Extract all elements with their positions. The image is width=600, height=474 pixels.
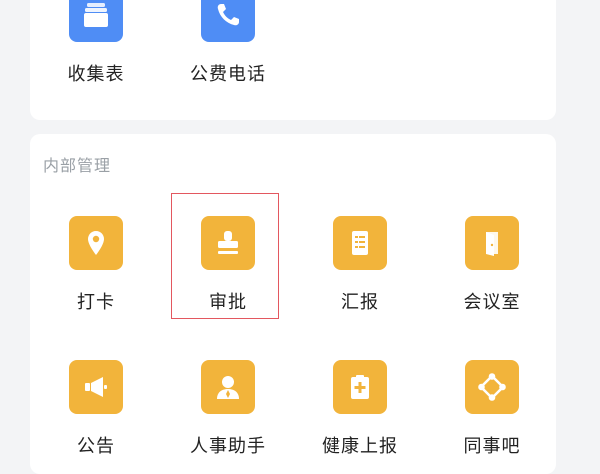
checkin-tile — [69, 216, 123, 270]
collect-form-label: 收集表 — [67, 64, 125, 85]
colleague-bar-label: 同事吧 — [463, 436, 521, 457]
location-pin-icon — [81, 228, 111, 258]
door-icon — [477, 228, 507, 258]
report-label: 汇报 — [341, 292, 379, 313]
report-tile — [333, 216, 387, 270]
internal-management-card: 内部管理 打卡 审批 汇报 会议室 公告 人事助手 健康上报 同事吧 — [30, 134, 556, 474]
person-icon — [213, 372, 243, 402]
public-phone-label: 公费电话 — [190, 64, 266, 85]
checkin-label: 打卡 — [77, 292, 115, 313]
app-meeting-room[interactable]: 会议室 — [426, 216, 558, 314]
app-announcement[interactable]: 公告 — [30, 360, 162, 458]
megaphone-icon — [81, 372, 111, 402]
form-stack-icon — [81, 0, 111, 30]
health-report-tile — [333, 360, 387, 414]
public-phone-tile — [201, 0, 255, 42]
app-health-report[interactable]: 健康上报 — [294, 360, 426, 458]
app-public-phone[interactable]: 公费电话 — [162, 0, 294, 86]
app-report[interactable]: 汇报 — [294, 216, 426, 314]
meeting-room-label: 会议室 — [463, 292, 521, 313]
network-icon — [477, 372, 507, 402]
announcement-label: 公告 — [77, 436, 115, 457]
health-report-label: 健康上报 — [322, 436, 398, 457]
app-colleague-bar[interactable]: 同事吧 — [426, 360, 558, 458]
collect-form-tile — [69, 0, 123, 42]
app-checkin[interactable]: 打卡 — [30, 216, 162, 314]
hr-assistant-tile — [201, 360, 255, 414]
hr-assistant-label: 人事助手 — [190, 436, 266, 457]
app-collect-form[interactable]: 收集表 — [30, 0, 162, 86]
medical-clipboard-icon — [345, 372, 375, 402]
document-icon — [345, 228, 375, 258]
announcement-tile — [69, 360, 123, 414]
phone-icon — [213, 0, 243, 30]
app-hr-assistant[interactable]: 人事助手 — [162, 360, 294, 458]
colleague-bar-tile — [465, 360, 519, 414]
section-title: 内部管理 — [43, 156, 112, 175]
selection-highlight-box — [171, 193, 279, 319]
top-app-card: 收集表 公费电话 — [30, 0, 556, 120]
meeting-room-tile — [465, 216, 519, 270]
